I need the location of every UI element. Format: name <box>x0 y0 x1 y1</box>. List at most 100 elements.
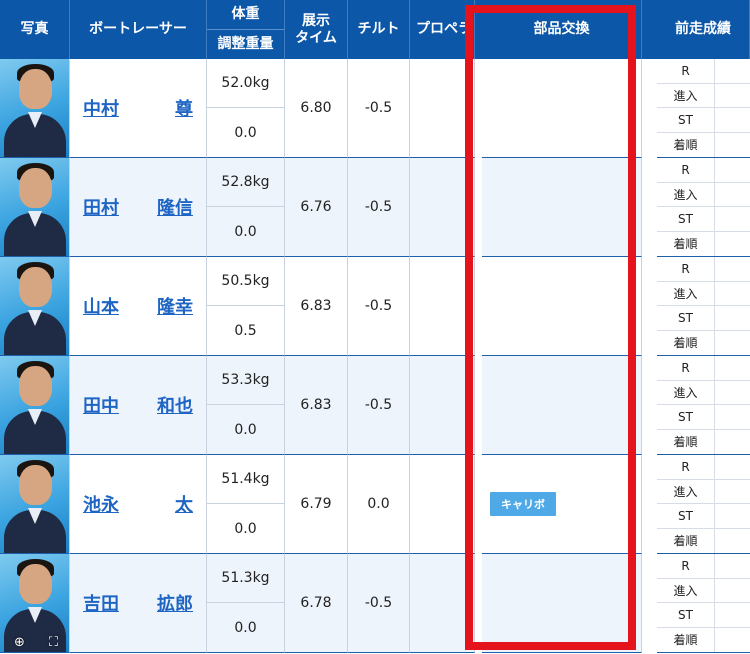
previous-label: R <box>657 554 715 578</box>
previous-results: R 進入 ST 着順 <box>657 158 750 257</box>
previous-row: R <box>657 257 750 282</box>
previous-row: 進入 <box>657 182 750 207</box>
previous-label: R <box>657 257 715 281</box>
previous-label: 進入 <box>657 83 715 107</box>
racer-given-name: 拡郎 <box>157 594 193 615</box>
previous-value <box>715 480 750 504</box>
previous-value <box>715 529 750 554</box>
adjust-weight: 0.0 <box>234 520 257 537</box>
previous-label: R <box>657 356 715 380</box>
propeller-cell <box>410 356 475 455</box>
gap-cell-2 <box>642 455 657 554</box>
gap-cell-2 <box>642 554 657 653</box>
racer-name-link[interactable]: 田中 和也 <box>83 392 193 418</box>
weight-cell: 51.3kg 0.0 <box>207 554 285 653</box>
fullscreen-icon[interactable]: ⛶ <box>49 635 58 650</box>
body-weight: 50.5kg <box>207 257 284 306</box>
tilt-value: 0.0 <box>348 455 410 554</box>
racer-photo <box>0 59 70 158</box>
previous-row: 進入 <box>657 578 750 603</box>
previous-value <box>715 455 750 479</box>
previous-results: R 進入 ST 着順 <box>657 59 750 158</box>
racer-family-name: 山本 <box>83 297 119 318</box>
racer-table: 写真 ボートレーサー 体重 展示 タイム チルト プロペラ 部品交換 前走成績 … <box>0 0 750 654</box>
header-previous: 前走成績 <box>657 0 750 59</box>
body-weight: 52.0kg <box>207 59 284 108</box>
racer-given-name: 和也 <box>157 396 193 417</box>
previous-label: 着順 <box>657 330 715 355</box>
previous-label: R <box>657 158 715 182</box>
racer-photo <box>0 257 70 356</box>
weight-cell: 52.8kg 0.0 <box>207 158 285 257</box>
parts-exchange-cell <box>482 554 642 653</box>
racer-photo-head <box>19 267 52 307</box>
previous-row: 着順 <box>657 132 750 157</box>
previous-label: 着順 <box>657 528 715 553</box>
racer-given-name: 隆幸 <box>157 297 193 318</box>
previous-row: ST <box>657 504 750 529</box>
previous-label: 進入 <box>657 380 715 404</box>
racer-photo <box>0 158 70 257</box>
header-racer: ボートレーサー <box>70 0 207 59</box>
racer-name-link[interactable]: 池永 太 <box>83 491 193 517</box>
previous-results: R 進入 ST 着順 <box>657 257 750 356</box>
body-weight: 51.3kg <box>207 554 284 603</box>
propeller-cell <box>410 257 475 356</box>
gap-cell <box>475 257 482 356</box>
previous-value <box>715 257 750 281</box>
adjust-weight: 0.0 <box>234 124 257 141</box>
racer-given-name: 尊 <box>175 99 193 120</box>
previous-label: ST <box>657 504 715 528</box>
adjust-weight: 0.5 <box>234 322 257 339</box>
racer-name-cell: 山本 隆幸 <box>70 257 207 356</box>
previous-label: ST <box>657 603 715 627</box>
zoom-in-icon[interactable]: ⊕ <box>14 635 25 650</box>
previous-row: R <box>657 158 750 183</box>
gap-cell <box>475 59 482 158</box>
previous-value <box>715 207 750 231</box>
racer-family-name: 中村 <box>83 99 119 120</box>
previous-row: 着順 <box>657 231 750 257</box>
previous-results: R 進入 ST 着順 <box>657 554 750 653</box>
previous-label: 進入 <box>657 281 715 305</box>
previous-row: R <box>657 59 750 84</box>
adjust-weight: 0.0 <box>234 421 257 438</box>
tilt-value: -0.5 <box>348 356 410 455</box>
previous-label: 着順 <box>657 132 715 157</box>
previous-value <box>715 306 750 330</box>
previous-row: 着順 <box>657 429 750 454</box>
racer-photo-head <box>19 564 52 604</box>
gap-cell-2 <box>642 158 657 257</box>
weight-cell: 51.4kg 0.0 <box>207 455 285 554</box>
previous-value <box>715 381 750 405</box>
previous-row: ST <box>657 603 750 628</box>
racer-name-cell: 田中 和也 <box>70 356 207 455</box>
racer-name-link[interactable]: 吉田 拡郎 <box>83 590 193 616</box>
previous-value <box>715 84 750 108</box>
gap-cell <box>475 356 482 455</box>
gap-cell <box>475 158 482 257</box>
previous-row: ST <box>657 108 750 133</box>
previous-value <box>715 405 750 429</box>
previous-value <box>715 554 750 578</box>
tilt-value: -0.5 <box>348 59 410 158</box>
parts-exchange-cell <box>482 59 642 158</box>
weight-cell: 50.5kg 0.5 <box>207 257 285 356</box>
header-propeller: プロペラ <box>410 0 475 59</box>
racer-name-link[interactable]: 中村 尊 <box>83 95 193 121</box>
previous-label: ST <box>657 108 715 132</box>
zoom-controls[interactable]: ⊕ ⛶ <box>2 632 70 652</box>
racer-given-name: 太 <box>175 495 193 516</box>
tilt-value: -0.5 <box>348 158 410 257</box>
previous-results: R 進入 ST 着順 <box>657 356 750 455</box>
header-gap <box>475 0 482 59</box>
racer-name-link[interactable]: 山本 隆幸 <box>83 293 193 319</box>
previous-value <box>715 232 750 257</box>
previous-row: ST <box>657 306 750 331</box>
racer-name-cell: 中村 尊 <box>70 59 207 158</box>
previous-row: 進入 <box>657 281 750 306</box>
header-gap-2 <box>642 0 657 59</box>
racer-name-link[interactable]: 田村 隆信 <box>83 194 193 220</box>
racer-family-name: 池永 <box>83 495 119 516</box>
propeller-cell <box>410 455 475 554</box>
